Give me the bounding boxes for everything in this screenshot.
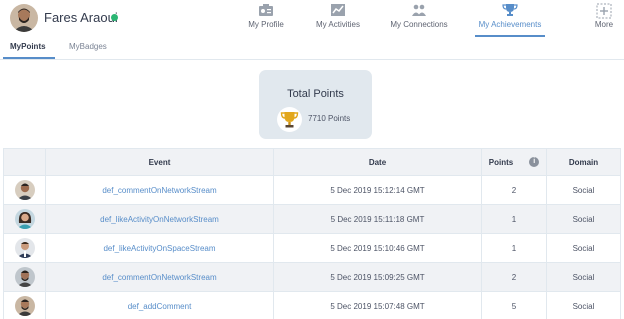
- domain-cell: Social: [546, 176, 621, 204]
- domain-cell: Social: [546, 292, 621, 319]
- user-name[interactable]: Fares Araoui: [44, 10, 118, 25]
- avatar-cell: [3, 263, 45, 291]
- avatar[interactable]: [10, 4, 38, 32]
- plus-box-icon: [596, 3, 612, 21]
- connections-icon: [411, 3, 427, 19]
- nav-my-achievements[interactable]: My Achievements: [475, 0, 545, 38]
- event-link[interactable]: def_commentOnNetworkStream: [102, 273, 216, 282]
- nav-my-profile[interactable]: My Profile: [240, 0, 292, 38]
- domain-cell: Social: [546, 263, 621, 291]
- event-column-header: Event: [45, 149, 273, 175]
- tab-my-badges[interactable]: MyBadges: [69, 42, 107, 51]
- points-cell: 5: [481, 292, 546, 319]
- avatar[interactable]: [14, 209, 35, 229]
- total-points-title: Total Points: [287, 88, 344, 100]
- event-link[interactable]: def_likeActivityOnSpaceStream: [103, 244, 215, 253]
- active-tab-indicator: [475, 35, 545, 37]
- event-cell: def_likeActivityOnSpaceStream: [45, 234, 273, 262]
- online-status-dot: [111, 14, 118, 21]
- event-link[interactable]: def_likeActivityOnNetworkStream: [100, 215, 219, 224]
- event-cell: def_commentOnNetworkStream: [45, 176, 273, 204]
- nav-label: My Activities: [315, 20, 360, 29]
- avatar-cell: [3, 234, 45, 262]
- points-cell: 2: [481, 176, 546, 204]
- table-row: def_likeActivityOnNetworkStream 5 Dec 20…: [3, 205, 621, 234]
- nav-more[interactable]: More: [592, 0, 616, 38]
- points-cell: 1: [481, 205, 546, 233]
- event-cell: def_likeActivityOnNetworkStream: [45, 205, 273, 233]
- avatar[interactable]: [14, 238, 35, 258]
- date-column-header: Date: [273, 149, 481, 175]
- tab-my-points[interactable]: MyPoints: [10, 42, 46, 51]
- avatar-column-header: [3, 149, 45, 175]
- event-link[interactable]: def_addComment: [128, 302, 192, 311]
- date-cell: 5 Dec 2019 15:10:46 GMT: [273, 234, 481, 262]
- event-link[interactable]: def_commentOnNetworkStream: [102, 186, 216, 195]
- date-cell: 5 Dec 2019 15:07:48 GMT: [273, 292, 481, 319]
- activity-chart-icon: [330, 3, 346, 19]
- domain-cell: Social: [546, 205, 621, 233]
- nav-label: My Connections: [390, 20, 448, 29]
- total-points-card: Total Points 7710 Points: [259, 70, 372, 139]
- avatar[interactable]: [14, 267, 35, 287]
- date-cell: 5 Dec 2019 15:11:18 GMT: [273, 205, 481, 233]
- sub-tabs: MyPoints MyBadges: [0, 38, 624, 60]
- event-cell: def_addComment: [45, 292, 273, 319]
- nav-my-connections[interactable]: My Connections: [388, 0, 450, 38]
- avatar[interactable]: [14, 296, 35, 316]
- avatar[interactable]: [14, 180, 35, 200]
- info-icon[interactable]: i: [529, 157, 540, 167]
- nav-my-activities[interactable]: My Activities: [312, 0, 364, 38]
- total-points-value: 7710 Points: [308, 114, 351, 123]
- profile-card-icon: [258, 3, 274, 19]
- date-cell: 5 Dec 2019 15:12:14 GMT: [273, 176, 481, 204]
- event-cell: def_commentOnNetworkStream: [45, 263, 273, 291]
- trophy-icon: [502, 3, 518, 19]
- table-row: def_commentOnNetworkStream 5 Dec 2019 15…: [3, 263, 621, 292]
- nav-label: My Profile: [248, 20, 284, 29]
- top-bar: Fares Araoui My Profile My Activities My…: [0, 0, 624, 38]
- trophy-badge: [277, 107, 302, 132]
- avatar-cell: [3, 205, 45, 233]
- date-cell: 5 Dec 2019 15:09:25 GMT: [273, 263, 481, 291]
- domain-column-header: Domain: [546, 149, 621, 175]
- avatar-cell: [3, 176, 45, 204]
- gold-trophy-icon: [280, 112, 299, 128]
- nav-label: More: [594, 20, 614, 29]
- points-column-header: Points i: [481, 149, 546, 175]
- avatar-cell: [3, 292, 45, 319]
- points-cell: 1: [481, 234, 546, 262]
- active-subtab-indicator: [3, 57, 55, 59]
- domain-cell: Social: [546, 234, 621, 262]
- table-header: Event Date Points i Domain: [3, 148, 621, 176]
- table-row: def_addComment 5 Dec 2019 15:07:48 GMT 5…: [3, 292, 621, 319]
- points-header-label: Points: [488, 157, 514, 167]
- nav-label: My Achievements: [478, 20, 542, 29]
- points-cell: 2: [481, 263, 546, 291]
- table-row: def_likeActivityOnSpaceStream 5 Dec 2019…: [3, 234, 621, 263]
- table-row: def_commentOnNetworkStream 5 Dec 2019 15…: [3, 176, 621, 205]
